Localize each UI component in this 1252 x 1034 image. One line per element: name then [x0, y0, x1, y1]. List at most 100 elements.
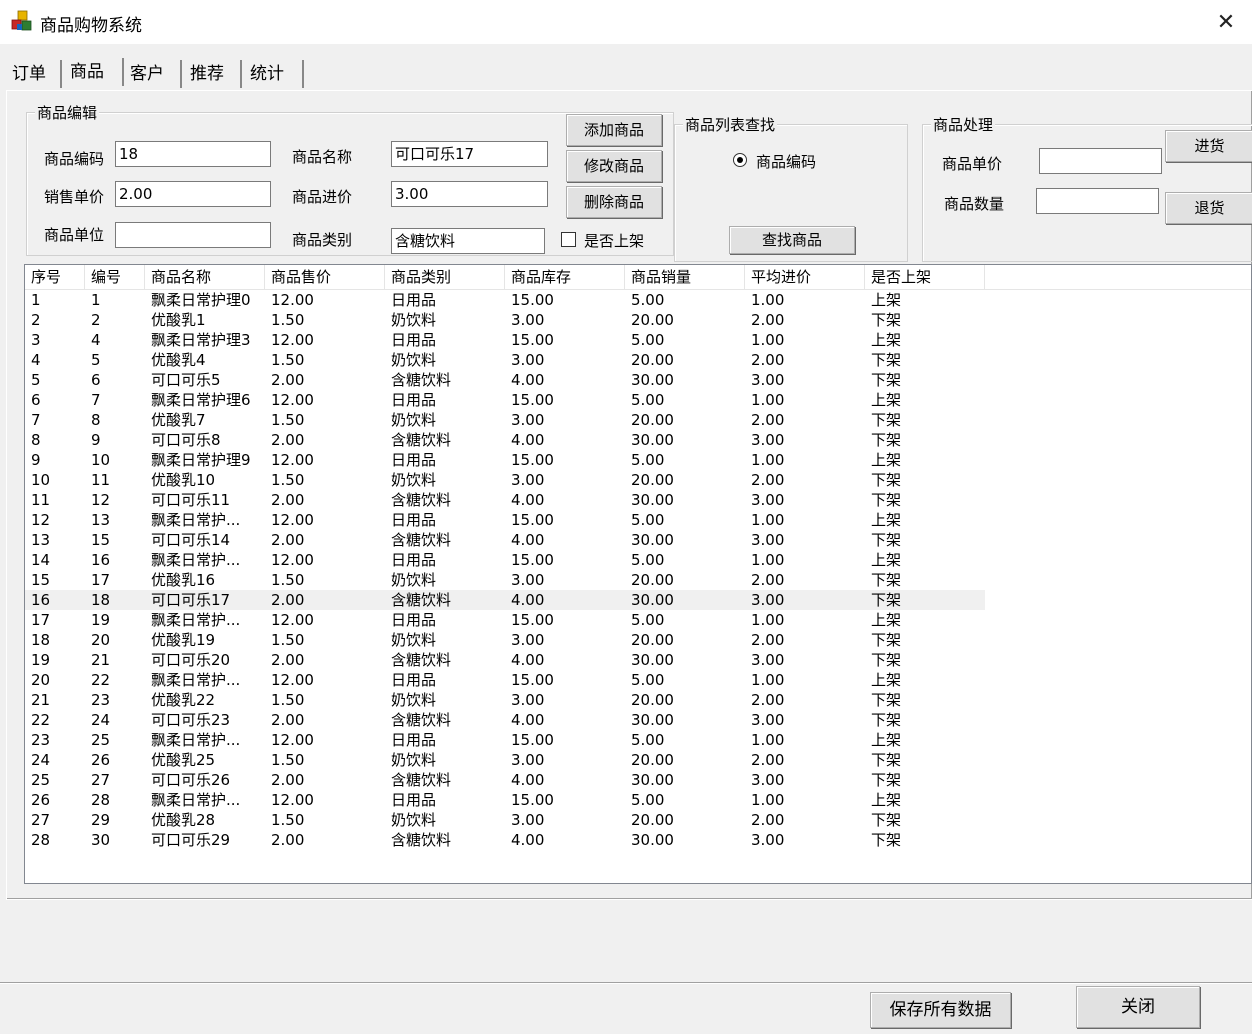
table-cell: 日用品 [391, 731, 437, 749]
table-row[interactable]: 16 18 可口可乐17 2.00 含糖饮料 4.00 30.00 3.00 下架 [25, 590, 985, 610]
table-row[interactable]: 28 30 可口可乐29 2.00 含糖饮料 4.00 30.00 3.00 下架 [25, 830, 1251, 850]
table-cell: 30.00 [631, 771, 674, 789]
delete-product-button[interactable]: 删除商品 [566, 186, 662, 218]
table-row[interactable]: 19 21 可口可乐20 2.00 含糖饮料 4.00 30.00 3.00 下架 [25, 650, 1251, 670]
table-cell: 15 [91, 531, 111, 549]
table-row[interactable]: 9 10 飘柔日常护理9 12.00 日用品 15.00 5.00 1.00 上架 [25, 450, 1251, 470]
table-row[interactable]: 14 16 飘柔日常护... 12.00 日用品 15.00 5.00 1.00 上架 [25, 550, 1251, 570]
table-cell: 12 [91, 491, 111, 509]
table-row[interactable]: 10 11 优酸乳10 1.50 奶饮料 3.00 20.00 2.00 下架 [25, 470, 1251, 490]
table-cell: 26 [91, 751, 111, 769]
add-product-button[interactable]: 添加商品 [566, 114, 662, 146]
save-all-button[interactable]: 保存所有数据 [870, 992, 1011, 1028]
table-cell: 2.00 [271, 591, 305, 609]
table-cell: 下架 [871, 491, 902, 509]
table-cell: 日用品 [391, 551, 437, 569]
table-row[interactable]: 27 29 优酸乳28 1.50 奶饮料 3.00 20.00 2.00 下架 [25, 810, 1251, 830]
table-cell: 上架 [871, 671, 902, 689]
table-row[interactable]: 4 5 优酸乳4 1.50 奶饮料 3.00 20.00 2.00 下架 [25, 350, 1251, 370]
name-field[interactable]: 可口可乐17 [391, 141, 548, 167]
table-cell: 3.00 [751, 831, 785, 849]
table-row[interactable]: 1 1 飘柔日常护理0 12.00 日用品 15.00 5.00 1.00 上架 [25, 290, 1251, 310]
table-row[interactable]: 7 8 优酸乳7 1.50 奶饮料 3.00 20.00 2.00 下架 [25, 410, 1251, 430]
table-cell: 2.00 [271, 831, 305, 849]
name-label: 商品名称 [292, 148, 353, 166]
window-close-button[interactable]: ✕ [1200, 0, 1252, 44]
table-row[interactable]: 18 20 优酸乳19 1.50 奶饮料 3.00 20.00 2.00 下架 [25, 630, 1251, 650]
table-cell: 1.50 [271, 411, 305, 429]
table-cell: 下架 [871, 351, 902, 369]
column-header[interactable]: 编号 [85, 265, 145, 289]
column-header[interactable]: 商品名称 [145, 265, 265, 289]
table-cell: 3 [31, 331, 41, 349]
tab-products[interactable]: 商品 [62, 58, 124, 86]
table-cell: 1.00 [751, 511, 785, 529]
table-cell: 含糖饮料 [391, 711, 452, 729]
table-cell: 20.00 [631, 751, 674, 769]
table-cell: 飘柔日常护理9 [151, 451, 251, 469]
table-row[interactable]: 13 15 可口可乐14 2.00 含糖饮料 4.00 30.00 3.00 下架 [25, 530, 1251, 550]
price-field[interactable]: 2.00 [115, 181, 271, 207]
table-row[interactable]: 5 6 可口可乐5 2.00 含糖饮料 4.00 30.00 3.00 下架 [25, 370, 1251, 390]
tab-statistics[interactable]: 统计 [246, 60, 304, 88]
search-product-button[interactable]: 查找商品 [729, 226, 855, 254]
table-cell: 30.00 [631, 431, 674, 449]
code-field[interactable]: 18 [115, 141, 271, 167]
table-cell: 10 [31, 471, 51, 489]
column-header[interactable]: 商品类别 [385, 265, 505, 289]
table-cell: 上架 [871, 331, 902, 349]
table-cell: 18 [31, 631, 51, 649]
tab-recommend[interactable]: 推荐 [186, 60, 242, 88]
category-field[interactable]: 含糖饮料 [391, 228, 545, 254]
table-cell: 20.00 [631, 691, 674, 709]
unit-field[interactable] [115, 222, 271, 248]
table-cell: 日用品 [391, 671, 437, 689]
table-row[interactable]: 23 25 飘柔日常护... 12.00 日用品 15.00 5.00 1.00 上架 [25, 730, 1251, 750]
tab-orders[interactable]: 订单 [8, 60, 62, 88]
return-goods-button[interactable]: 退货 [1165, 192, 1252, 224]
column-header[interactable]: 是否上架 [865, 265, 985, 289]
unit-price-field[interactable] [1039, 148, 1162, 174]
table-row[interactable]: 26 28 飘柔日常护... 12.00 日用品 15.00 5.00 1.00 上架 [25, 790, 1251, 810]
table-row[interactable]: 21 23 优酸乳22 1.50 奶饮料 3.00 20.00 2.00 下架 [25, 690, 1251, 710]
table-row[interactable]: 3 4 飘柔日常护理3 12.00 日用品 15.00 5.00 1.00 上架 [25, 330, 1251, 350]
table-cell: 2.00 [271, 491, 305, 509]
column-header[interactable]: 平均进价 [745, 265, 865, 289]
close-button[interactable]: 关闭 [1076, 986, 1200, 1028]
stock-in-button[interactable]: 进货 [1165, 130, 1252, 162]
table-cell: 奶饮料 [391, 571, 437, 589]
table-row[interactable]: 15 17 优酸乳16 1.50 奶饮料 3.00 20.00 2.00 下架 [25, 570, 1251, 590]
table-cell: 1 [91, 291, 101, 309]
column-header[interactable]: 商品销量 [625, 265, 745, 289]
table-row[interactable]: 2 2 优酸乳1 1.50 奶饮料 3.00 20.00 2.00 下架 [25, 310, 1251, 330]
table-row[interactable]: 20 22 飘柔日常护... 12.00 日用品 15.00 5.00 1.00 上架 [25, 670, 1251, 690]
search-by-code-radio[interactable] [733, 153, 747, 167]
table-row[interactable]: 12 13 飘柔日常护... 12.00 日用品 15.00 5.00 1.00 上架 [25, 510, 1251, 530]
table-row[interactable]: 8 9 可口可乐8 2.00 含糖饮料 4.00 30.00 3.00 下架 [25, 430, 1251, 450]
product-table[interactable]: 序号 编号 商品名称 商品售价 商品类别 商品库存 商品销量 平均进价 是否上架… [24, 264, 1252, 884]
table-cell: 5 [91, 351, 101, 369]
table-cell: 下架 [871, 771, 902, 789]
table-row[interactable]: 24 26 优酸乳25 1.50 奶饮料 3.00 20.00 2.00 下架 [25, 750, 1251, 770]
table-row[interactable]: 25 27 可口可乐26 2.00 含糖饮料 4.00 30.00 3.00 下架 [25, 770, 1251, 790]
table-cell: 2.00 [751, 351, 785, 369]
table-row[interactable]: 17 19 飘柔日常护... 12.00 日用品 15.00 5.00 1.00 上架 [25, 610, 1251, 630]
table-cell: 15.00 [511, 331, 554, 349]
modify-product-button[interactable]: 修改商品 [566, 150, 662, 182]
table-cell: 飘柔日常护... [151, 731, 241, 749]
table-cell: 日用品 [391, 291, 437, 309]
tab-customers[interactable]: 客户 [126, 60, 182, 88]
column-header[interactable]: 商品库存 [505, 265, 625, 289]
table-cell: 3.00 [511, 411, 545, 429]
on-shelf-checkbox[interactable] [561, 232, 576, 247]
cost-field[interactable]: 3.00 [391, 181, 548, 207]
table-row[interactable]: 6 7 飘柔日常护理6 12.00 日用品 15.00 5.00 1.00 上架 [25, 390, 1251, 410]
column-header[interactable]: 序号 [25, 265, 85, 289]
table-row[interactable]: 22 24 可口可乐23 2.00 含糖饮料 4.00 30.00 3.00 下架 [25, 710, 1251, 730]
column-header[interactable]: 商品售价 [265, 265, 385, 289]
table-cell: 17 [31, 611, 51, 629]
product-search-legend: 商品列表查找 [683, 114, 778, 135]
quantity-field[interactable] [1036, 188, 1159, 214]
table-row[interactable]: 11 12 可口可乐11 2.00 含糖饮料 4.00 30.00 3.00 下架 [25, 490, 1251, 510]
table-cell: 下架 [871, 591, 902, 609]
